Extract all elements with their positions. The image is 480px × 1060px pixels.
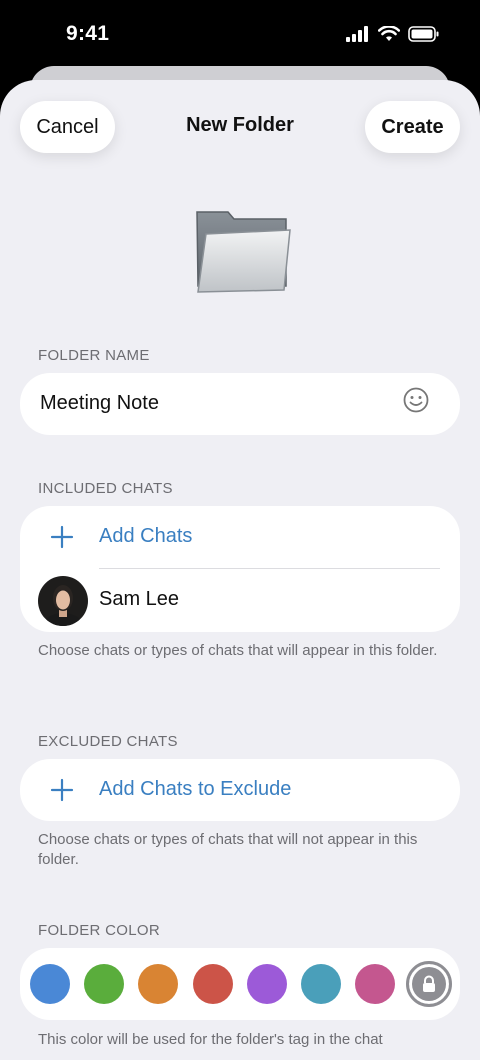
lock-icon	[423, 975, 436, 992]
folder-color-label: FOLDER COLOR	[38, 922, 160, 939]
included-chats-label: INCLUDED CHATS	[38, 480, 173, 497]
excluded-help-text: Choose chats or types of chats that will…	[38, 831, 418, 868]
add-chats-row[interactable]: Add Chats	[20, 506, 460, 568]
cellular-signal-icon	[346, 26, 368, 42]
folder-name-input[interactable]: Meeting Note	[40, 392, 159, 415]
folder-color-help-text: This color will be used for the folder's…	[38, 1031, 383, 1048]
plus-icon	[50, 525, 74, 549]
folder-color-card	[20, 948, 460, 1020]
color-swatch[interactable]	[246, 964, 287, 1004]
emoji-icon[interactable]	[402, 386, 430, 414]
color-swatch[interactable]	[138, 964, 179, 1004]
included-help-text: Choose chats or types of chats that will…	[38, 642, 438, 659]
add-chats-to-exclude-label: Add Chats to Exclude	[99, 778, 292, 800]
locked-color-swatch[interactable]	[406, 961, 453, 1007]
battery-icon	[408, 26, 439, 42]
chat-row[interactable]: Sam Lee	[20, 569, 460, 631]
folder-icon	[196, 211, 291, 293]
avatar	[38, 576, 88, 626]
color-swatch[interactable]	[355, 964, 396, 1004]
excluded-chats-label: EXCLUDED CHATS	[38, 733, 178, 750]
folder-name-label: FOLDER NAME	[38, 347, 150, 364]
included-chats-card: Add Chats Sam Lee	[20, 506, 460, 632]
new-folder-sheet: Cancel New Folder Create FOLDER NAME Mee…	[0, 80, 480, 1060]
wifi-icon	[378, 26, 400, 41]
color-swatch[interactable]	[192, 964, 233, 1004]
status-icons	[346, 26, 440, 42]
status-time: 9:41	[66, 22, 110, 45]
chat-name: Sam Lee	[99, 588, 180, 610]
color-swatch[interactable]	[300, 964, 341, 1004]
create-button[interactable]: Create	[365, 101, 460, 153]
plus-icon	[50, 778, 74, 802]
add-chats-label: Add Chats	[99, 525, 193, 547]
color-swatch[interactable]	[30, 964, 70, 1004]
excluded-chats-card: Add Chats to Exclude	[20, 759, 460, 821]
color-swatches	[30, 961, 453, 1007]
add-chats-to-exclude-row[interactable]: Add Chats to Exclude	[20, 759, 460, 821]
color-swatch[interactable]	[84, 964, 125, 1004]
folder-name-card: Meeting Note	[20, 373, 460, 435]
status-bar: 9:41	[0, 0, 480, 70]
